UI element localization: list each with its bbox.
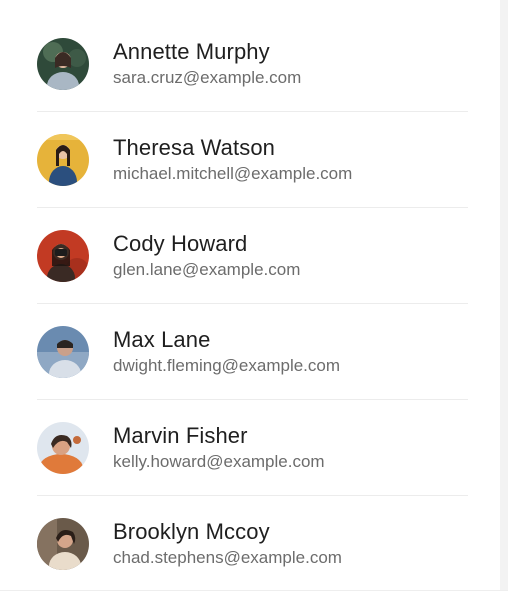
contact-name: Theresa Watson xyxy=(113,134,275,160)
contact-email: sara.cruz@example.com xyxy=(113,67,302,87)
person-photo-icon xyxy=(37,325,89,378)
contact-list-item[interactable]: Annette Murphy sara.cruz@example.com xyxy=(37,16,468,112)
contact-list-item[interactable]: Marvin Fisher kelly.howard@example.com xyxy=(37,400,468,496)
contact-name: Annette Murphy xyxy=(113,38,270,64)
contact-email: michael.mitchell@example.com xyxy=(113,163,353,183)
avatar xyxy=(37,133,89,186)
avatar xyxy=(37,325,89,378)
contact-list-item[interactable]: Theresa Watson michael.mitchell@example.… xyxy=(37,112,468,208)
person-photo-icon xyxy=(37,517,89,570)
contact-email: dwight.fleming@example.com xyxy=(113,355,341,375)
contact-name: Max Lane xyxy=(113,326,211,352)
avatar xyxy=(37,37,89,90)
person-photo-icon xyxy=(37,229,89,282)
contact-list-item[interactable]: Cody Howard glen.lane@example.com xyxy=(37,208,468,304)
contact-name: Cody Howard xyxy=(113,230,248,256)
avatar xyxy=(37,517,89,570)
person-photo-icon xyxy=(37,421,89,474)
contact-email: chad.stephens@example.com xyxy=(113,547,342,567)
avatar xyxy=(37,229,89,282)
contact-name: Brooklyn Mccoy xyxy=(113,518,270,544)
avatar xyxy=(37,421,89,474)
contact-email: kelly.howard@example.com xyxy=(113,451,325,471)
contact-email: glen.lane@example.com xyxy=(113,259,301,279)
contact-name: Marvin Fisher xyxy=(113,422,248,448)
contact-list-panel: Annette Murphy sara.cruz@example.com The… xyxy=(0,0,500,590)
contact-list: Annette Murphy sara.cruz@example.com The… xyxy=(37,16,468,591)
person-photo-icon xyxy=(37,37,89,90)
person-photo-icon xyxy=(37,133,89,186)
contact-list-item[interactable]: Max Lane dwight.fleming@example.com xyxy=(37,304,468,400)
panel-edge xyxy=(500,0,508,590)
contact-list-item[interactable]: Brooklyn Mccoy chad.stephens@example.com xyxy=(37,496,468,591)
